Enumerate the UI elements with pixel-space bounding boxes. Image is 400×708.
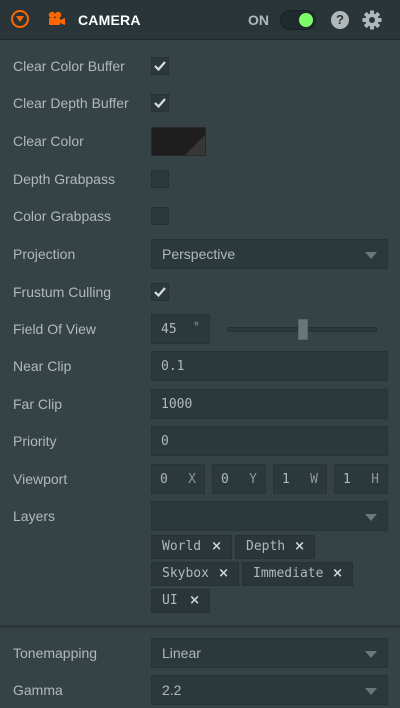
panel-title: CAMERA [78, 12, 141, 28]
color-grabpass-label: Color Grabpass [13, 208, 112, 224]
viewport-y-axis: Y [249, 472, 257, 487]
enabled-toggle[interactable] [280, 10, 316, 30]
viewport-label: Viewport [13, 471, 68, 487]
section-divider [0, 625, 400, 628]
color-grabpass-checkbox[interactable] [151, 207, 169, 225]
layer-tag-world: World × [151, 535, 232, 559]
slider-handle[interactable] [298, 319, 308, 340]
layer-tag-skybox: Skybox × [151, 562, 239, 586]
gear-icon[interactable] [362, 10, 382, 33]
clear-color-buffer-label: Clear Color Buffer [13, 58, 125, 74]
layer-tag-label: World [162, 539, 202, 554]
layer-tag-immediate: Immediate × [242, 562, 353, 586]
near-clip-label: Near Clip [13, 358, 72, 374]
clear-color-label: Clear Color [13, 133, 84, 149]
clear-depth-buffer-checkbox[interactable] [151, 94, 169, 112]
collapse-icon[interactable] [11, 10, 29, 28]
degree-unit: ° [192, 320, 200, 334]
camera-icon [48, 11, 66, 30]
field-of-view-label: Field Of View [13, 321, 96, 337]
row-near-clip: Near Clip 0.1 [0, 348, 400, 384]
projection-select[interactable]: Perspective [151, 239, 388, 269]
far-clip-input[interactable]: 1000 [151, 389, 388, 419]
close-icon[interactable]: × [332, 563, 343, 585]
row-clear-color: Clear Color [0, 123, 400, 159]
gamma-label: Gamma [13, 682, 63, 698]
frustum-culling-checkbox[interactable] [151, 283, 169, 301]
layer-tag-ui: UI × [151, 589, 210, 613]
check-icon [154, 98, 166, 109]
viewport-h-input[interactable]: 1 H [334, 464, 388, 494]
row-frustum-culling: Frustum Culling [0, 274, 400, 310]
panel-header: CAMERA ON ? [0, 0, 400, 40]
far-clip-label: Far Clip [13, 396, 63, 412]
depth-grabpass-checkbox[interactable] [151, 170, 169, 188]
tonemapping-label: Tonemapping [13, 645, 98, 661]
row-clear-depth-buffer: Clear Depth Buffer [0, 85, 400, 121]
layer-tag-label: Immediate [253, 566, 324, 581]
row-tonemapping: Tonemapping Linear [0, 635, 400, 671]
chevron-down-icon [365, 252, 377, 259]
priority-value: 0 [161, 434, 169, 449]
gamma-value: 2.2 [162, 682, 182, 698]
tonemapping-value: Linear [162, 645, 201, 661]
toggle-knob [299, 13, 313, 27]
frustum-culling-label: Frustum Culling [13, 284, 112, 300]
projection-value: Perspective [162, 246, 236, 262]
depth-grabpass-label: Depth Grabpass [13, 171, 115, 187]
clear-color-swatch[interactable] [151, 127, 206, 156]
field-of-view-input[interactable]: 45 ° [151, 314, 210, 344]
check-icon [154, 61, 166, 72]
viewport-w-axis: W [310, 472, 318, 487]
close-icon[interactable]: × [294, 536, 305, 558]
viewport-x-value: 0 [160, 472, 168, 487]
layer-tag-label: Depth [246, 539, 286, 554]
tonemapping-select[interactable]: Linear [151, 638, 388, 668]
row-color-grabpass: Color Grabpass [0, 198, 400, 234]
viewport-w-value: 1 [282, 472, 290, 487]
priority-input[interactable]: 0 [151, 426, 388, 456]
swatch-alpha-corner [185, 135, 205, 155]
close-icon[interactable]: × [211, 536, 222, 558]
chevron-down-icon [365, 651, 377, 658]
row-clear-color-buffer: Clear Color Buffer [0, 48, 400, 84]
layer-tag-label: UI [162, 593, 178, 608]
close-icon[interactable]: × [189, 590, 200, 612]
viewport-h-value: 1 [343, 472, 351, 487]
clear-depth-buffer-label: Clear Depth Buffer [13, 95, 129, 111]
row-layers: Layers [0, 498, 400, 534]
viewport-w-input[interactable]: 1 W [273, 464, 327, 494]
row-priority: Priority 0 [0, 423, 400, 459]
check-icon [154, 287, 166, 298]
field-of-view-value: 45 [161, 322, 177, 337]
viewport-x-axis: X [188, 472, 196, 487]
layer-tag-depth: Depth × [235, 535, 315, 559]
layer-tag-label: Skybox [162, 566, 209, 581]
viewport-x-input[interactable]: 0 X [151, 464, 205, 494]
toggle-label: ON [248, 12, 269, 28]
close-icon[interactable]: × [218, 563, 229, 585]
near-clip-input[interactable]: 0.1 [151, 351, 388, 381]
row-gamma: Gamma 2.2 [0, 672, 400, 708]
viewport-y-value: 0 [221, 472, 229, 487]
row-field-of-view: Field Of View 45 ° [0, 311, 400, 347]
chevron-down-icon [365, 514, 377, 521]
priority-label: Priority [13, 433, 57, 449]
projection-label: Projection [13, 246, 76, 262]
layers-select[interactable] [151, 501, 388, 531]
row-far-clip: Far Clip 1000 [0, 386, 400, 422]
clear-color-buffer-checkbox[interactable] [151, 57, 169, 75]
near-clip-value: 0.1 [161, 359, 185, 374]
help-icon[interactable]: ? [331, 11, 349, 29]
row-viewport: Viewport 0 X 0 Y 1 W 1 H [0, 461, 400, 497]
chevron-down-icon [365, 688, 377, 695]
far-clip-value: 1000 [161, 397, 193, 412]
layers-label: Layers [13, 508, 56, 524]
viewport-y-input[interactable]: 0 Y [212, 464, 266, 494]
row-depth-grabpass: Depth Grabpass [0, 161, 400, 197]
gamma-select[interactable]: 2.2 [151, 675, 388, 705]
viewport-h-axis: H [371, 472, 379, 487]
row-projection: Projection Perspective [0, 236, 400, 272]
